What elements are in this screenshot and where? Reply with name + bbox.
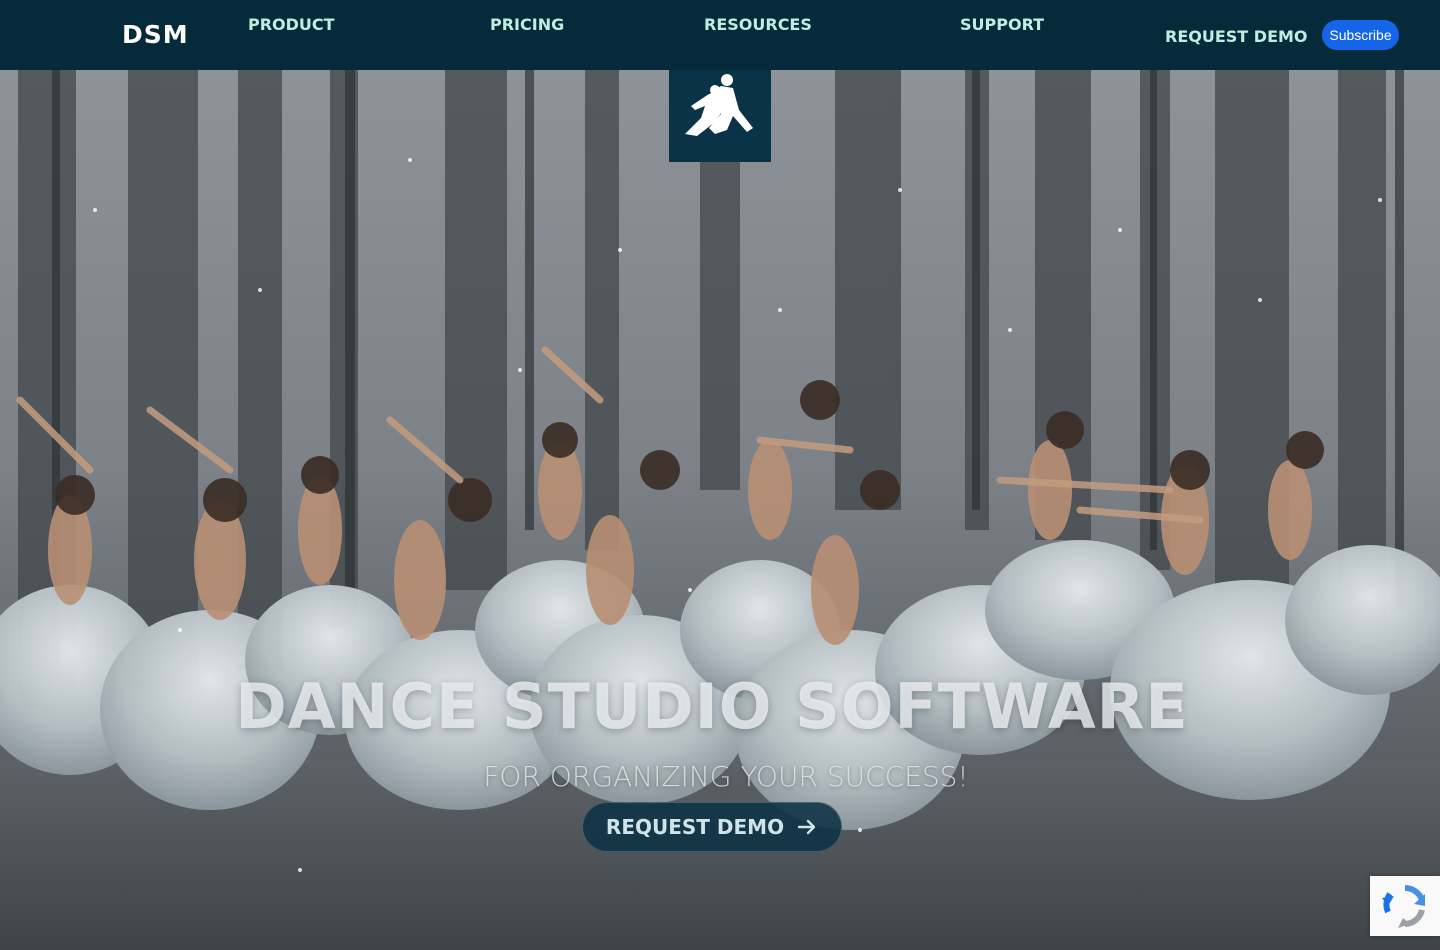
- hero-cta-label: REQUEST DEMO: [605, 815, 785, 839]
- top-navigation: DSM PRODUCT PRICING RESOURCES SUPPORT RE…: [0, 0, 1440, 70]
- brand-logo[interactable]: DSM: [122, 20, 189, 49]
- hero-subtitle: FOR ORGANIZING YOUR SUCCESS!: [483, 760, 969, 793]
- hero-title: DANCE STUDIO SOFTWARE: [235, 670, 1189, 743]
- nav-resources[interactable]: RESOURCES: [704, 15, 812, 34]
- recaptcha-icon: [1382, 884, 1425, 928]
- hero-request-demo-button[interactable]: REQUEST DEMO: [582, 802, 842, 852]
- recaptcha-badge[interactable]: [1370, 876, 1440, 936]
- nav-request-demo[interactable]: REQUEST DEMO: [1165, 27, 1308, 46]
- nav-product[interactable]: PRODUCT: [248, 15, 335, 34]
- logo-badge[interactable]: [669, 70, 771, 162]
- dancing-couple-icon: [685, 74, 753, 136]
- nav-pricing[interactable]: PRICING: [490, 15, 564, 34]
- arrow-right-icon: [797, 819, 816, 835]
- hero-section: DANCE STUDIO SOFTWARE FOR ORGANIZING YOU…: [0, 70, 1440, 950]
- subscribe-button[interactable]: Subscribe: [1322, 20, 1399, 50]
- nav-support[interactable]: SUPPORT: [960, 15, 1044, 34]
